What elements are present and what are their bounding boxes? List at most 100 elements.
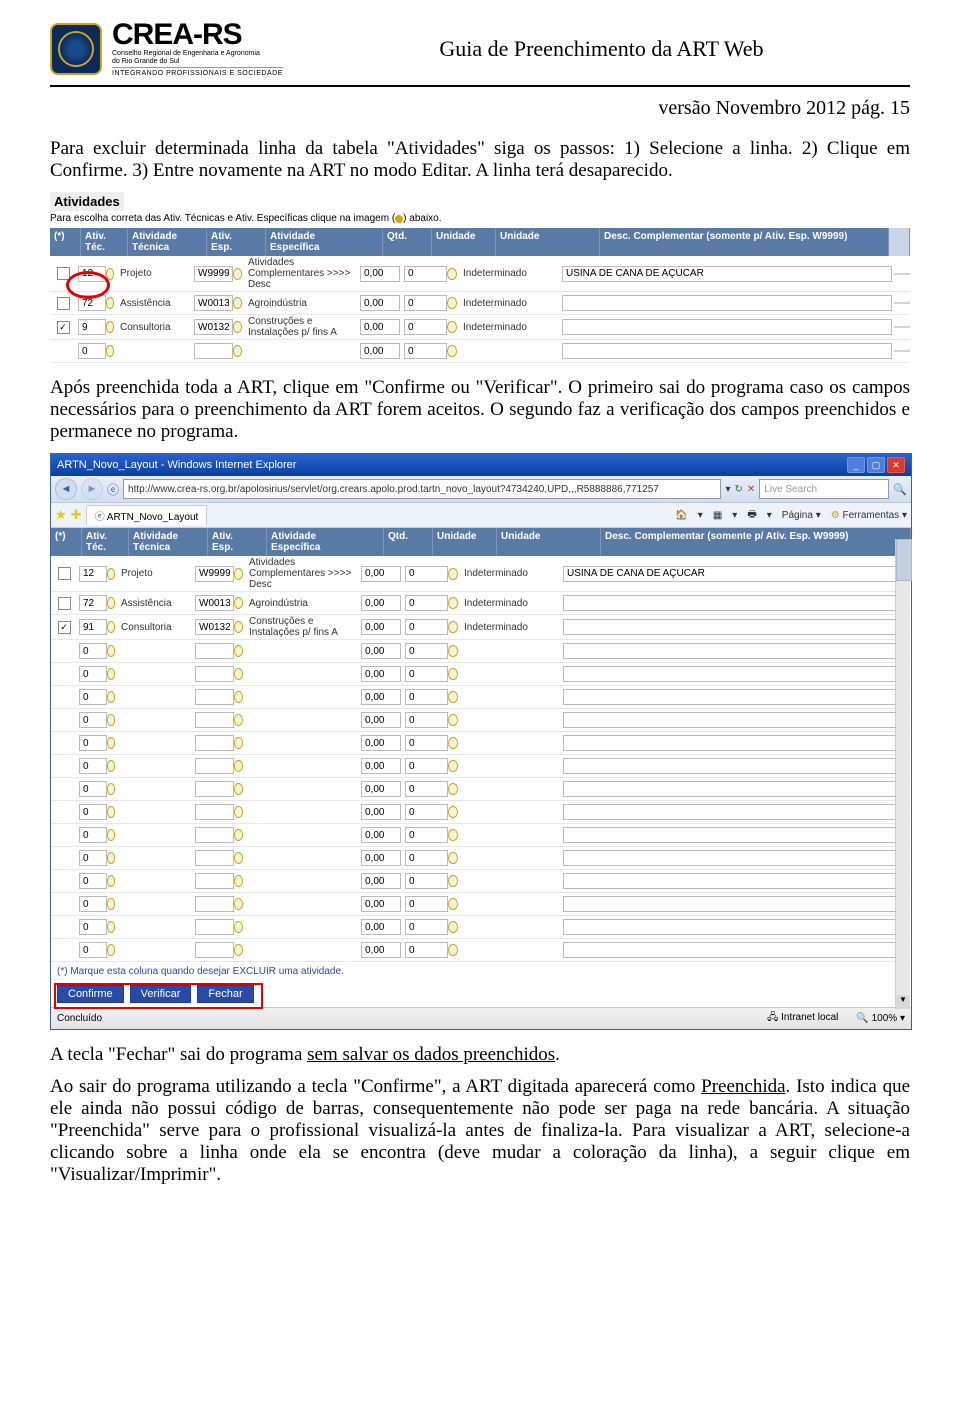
lookup-icon[interactable] bbox=[107, 621, 116, 633]
ativ-esp-input[interactable] bbox=[195, 850, 234, 866]
lookup-icon[interactable] bbox=[448, 737, 458, 749]
lookup-icon[interactable] bbox=[107, 921, 116, 933]
ativ-esp-input[interactable] bbox=[195, 827, 234, 843]
qtd-input[interactable] bbox=[361, 873, 401, 889]
ativ-tec-input[interactable] bbox=[79, 758, 107, 774]
ativ-tec-input[interactable] bbox=[79, 689, 107, 705]
desc-complementar-input[interactable] bbox=[563, 712, 909, 728]
ativ-esp-input[interactable] bbox=[195, 942, 234, 958]
lookup-icon[interactable] bbox=[234, 737, 243, 749]
table-row[interactable] bbox=[51, 939, 911, 962]
ativ-tec-input[interactable] bbox=[79, 873, 107, 889]
ferramentas-menu[interactable]: ⚙ Ferramentas ▾ bbox=[831, 510, 907, 521]
lookup-icon[interactable] bbox=[107, 645, 116, 657]
row-checkbox[interactable] bbox=[58, 567, 71, 580]
qtd-input[interactable] bbox=[361, 896, 401, 912]
lookup-icon[interactable] bbox=[107, 875, 116, 887]
table-row[interactable]: ProjetoAtividades Complementares >>>> De… bbox=[50, 256, 910, 292]
table-row[interactable] bbox=[51, 778, 911, 801]
unidade-code-input[interactable] bbox=[405, 566, 448, 582]
lookup-icon[interactable] bbox=[234, 898, 243, 910]
lookup-icon[interactable] bbox=[448, 714, 458, 726]
lookup-icon[interactable] bbox=[107, 829, 116, 841]
ativ-esp-input[interactable] bbox=[195, 781, 234, 797]
lookup-icon[interactable] bbox=[448, 829, 458, 841]
lookup-icon[interactable] bbox=[448, 691, 458, 703]
desc-complementar-input[interactable] bbox=[563, 850, 909, 866]
ativ-esp-input[interactable] bbox=[194, 343, 233, 359]
desc-complementar-input[interactable] bbox=[562, 343, 892, 359]
ativ-esp-input[interactable] bbox=[195, 666, 234, 682]
desc-complementar-input[interactable] bbox=[563, 666, 909, 682]
search-button[interactable]: 🔍 bbox=[893, 483, 907, 496]
favorites-add-icon[interactable]: ✚ bbox=[71, 507, 82, 523]
lookup-icon[interactable] bbox=[234, 875, 243, 887]
ativ-tec-input[interactable] bbox=[79, 619, 107, 635]
lookup-icon[interactable] bbox=[234, 944, 243, 956]
ativ-tec-input[interactable] bbox=[79, 827, 107, 843]
lookup-icon[interactable] bbox=[107, 852, 116, 864]
desc-complementar-input[interactable] bbox=[563, 804, 909, 820]
ativ-esp-input[interactable] bbox=[195, 919, 234, 935]
lookup-icon[interactable] bbox=[107, 597, 116, 609]
home-icon[interactable]: 🏠 bbox=[675, 510, 687, 521]
address-bar[interactable]: http://www.crea-rs.org.br/apolosirius/se… bbox=[123, 479, 721, 499]
table-row[interactable] bbox=[51, 916, 911, 939]
qtd-input[interactable] bbox=[361, 942, 401, 958]
lookup-icon[interactable] bbox=[107, 806, 116, 818]
status-zoom[interactable]: 🔍 100% ▾ bbox=[856, 1013, 905, 1024]
back-button[interactable]: ◄ bbox=[55, 478, 77, 500]
unidade-code-input[interactable] bbox=[404, 319, 447, 335]
refresh-button[interactable]: ↻ bbox=[735, 484, 743, 495]
lookup-icon[interactable] bbox=[448, 852, 458, 864]
ativ-esp-input[interactable] bbox=[195, 735, 234, 751]
unidade-code-input[interactable] bbox=[405, 850, 448, 866]
desc-complementar-input[interactable] bbox=[563, 643, 909, 659]
qtd-input[interactable] bbox=[361, 850, 401, 866]
lookup-icon[interactable] bbox=[448, 760, 458, 772]
table-row[interactable] bbox=[51, 709, 911, 732]
maximize-button[interactable]: ▢ bbox=[867, 457, 885, 473]
row-checkbox[interactable]: ✓ bbox=[58, 621, 71, 634]
table-row[interactable] bbox=[51, 663, 911, 686]
table-row[interactable]: ProjetoAtividades Complementares >>>> De… bbox=[51, 556, 911, 592]
row-checkbox[interactable]: ✓ bbox=[57, 321, 70, 334]
ativ-esp-input[interactable] bbox=[195, 873, 234, 889]
lookup-icon[interactable] bbox=[447, 297, 457, 309]
lookup-icon[interactable] bbox=[107, 691, 116, 703]
unidade-code-input[interactable] bbox=[405, 758, 448, 774]
table-row[interactable] bbox=[51, 755, 911, 778]
ativ-tec-input[interactable] bbox=[79, 666, 107, 682]
table-row[interactable] bbox=[51, 893, 911, 916]
qtd-input[interactable] bbox=[360, 266, 400, 282]
qtd-input[interactable] bbox=[360, 295, 400, 311]
pagina-menu[interactable]: Página ▾ bbox=[782, 510, 821, 521]
qtd-input[interactable] bbox=[361, 804, 401, 820]
qtd-input[interactable] bbox=[361, 619, 401, 635]
lookup-icon[interactable] bbox=[448, 806, 458, 818]
lookup-icon[interactable] bbox=[448, 898, 458, 910]
lookup-icon[interactable] bbox=[234, 852, 243, 864]
lookup-icon[interactable] bbox=[234, 783, 243, 795]
lookup-icon[interactable] bbox=[234, 760, 243, 772]
lookup-icon[interactable] bbox=[447, 345, 457, 357]
table-row[interactable] bbox=[51, 870, 911, 893]
table-row[interactable] bbox=[51, 801, 911, 824]
unidade-code-input[interactable] bbox=[405, 643, 448, 659]
ativ-tec-input[interactable] bbox=[79, 735, 107, 751]
lookup-icon[interactable] bbox=[234, 597, 243, 609]
unidade-code-input[interactable] bbox=[405, 873, 448, 889]
lookup-icon[interactable] bbox=[448, 875, 458, 887]
vertical-scrollbar[interactable]: ▲ ▼ bbox=[895, 539, 910, 1009]
lookup-icon[interactable] bbox=[107, 898, 116, 910]
qtd-input[interactable] bbox=[360, 343, 400, 359]
lookup-icon[interactable] bbox=[106, 321, 115, 333]
lookup-icon[interactable] bbox=[448, 668, 458, 680]
unidade-code-input[interactable] bbox=[404, 343, 447, 359]
desc-complementar-input[interactable] bbox=[563, 566, 909, 582]
qtd-input[interactable] bbox=[361, 919, 401, 935]
ativ-esp-input[interactable] bbox=[195, 712, 234, 728]
qtd-input[interactable] bbox=[361, 827, 401, 843]
ativ-tec-input[interactable] bbox=[79, 643, 107, 659]
ativ-esp-input[interactable] bbox=[194, 319, 233, 335]
